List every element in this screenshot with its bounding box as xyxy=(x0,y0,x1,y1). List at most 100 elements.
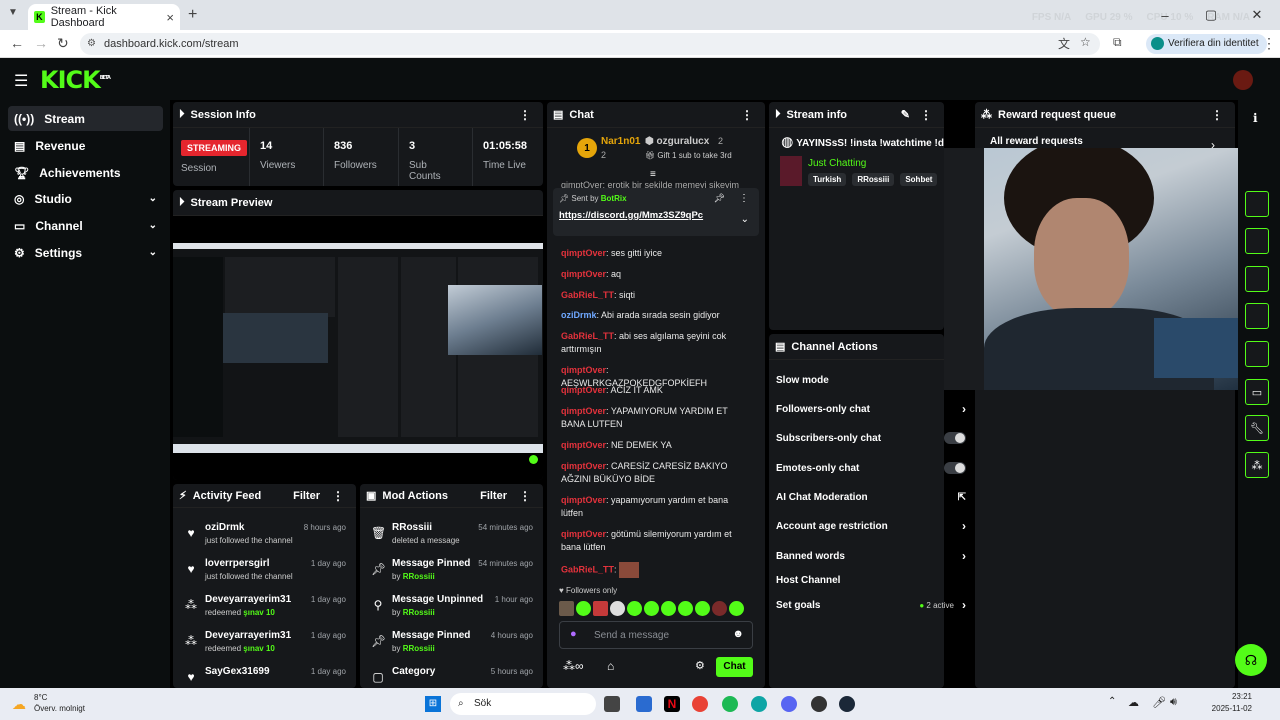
all-reward-requests[interactable]: All reward requests xyxy=(990,136,1083,147)
taskbar-time[interactable]: 23:21 xyxy=(1216,692,1252,701)
store-icon[interactable]: ⌂ xyxy=(607,659,614,673)
tool-button[interactable] xyxy=(1245,228,1269,254)
slow-mode-row[interactable]: Slow mode xyxy=(776,369,966,391)
chat-settings-icon[interactable]: ⚙ xyxy=(695,659,705,672)
more-options-icon[interactable]: ⋮ xyxy=(519,489,531,503)
new-tab-icon[interactable]: + xyxy=(188,6,197,24)
chat-username[interactable]: qimptOver xyxy=(561,385,606,395)
chevron-down-icon[interactable]: ⌄ xyxy=(741,214,749,225)
top-gifter-2[interactable]: ⬢ ozguralucx xyxy=(645,136,709,147)
send-chat-button[interactable]: Chat xyxy=(716,657,753,677)
chat-username[interactable]: qimptOver xyxy=(561,529,606,539)
chat-username[interactable]: GabRieL_TT xyxy=(561,564,614,574)
maximize-icon[interactable]: ▢ xyxy=(1188,0,1234,30)
sidebar-item-settings[interactable]: ⚙ Settings ⌄ xyxy=(8,240,163,265)
unpin-icon[interactable]: 📌︎ xyxy=(714,193,725,204)
category-thumbnail[interactable] xyxy=(780,156,802,186)
activity-user[interactable]: Deveyarrayerim31 xyxy=(205,594,291,605)
account-age-row[interactable]: Account age restriction › xyxy=(776,515,966,537)
tool-button[interactable]: ▭ xyxy=(1245,379,1269,405)
close-tab-icon[interactable]: × xyxy=(166,10,174,25)
ai-moderation-row[interactable]: AI Chat Moderation ⇱ xyxy=(776,486,966,508)
mod-by-user[interactable]: RRossiii xyxy=(403,608,435,617)
weather-icon[interactable]: ☁ xyxy=(12,696,26,713)
sidebar-item-stream[interactable]: ((•)) Stream xyxy=(8,106,163,131)
cloud-icon[interactable]: ☁ xyxy=(1128,696,1139,709)
tag-chip[interactable]: Sohbet xyxy=(900,173,938,186)
profile-avatar[interactable] xyxy=(1233,70,1253,90)
subscribers-only-toggle[interactable] xyxy=(944,432,966,444)
chat-username[interactable]: GabRieL_TT xyxy=(561,331,614,341)
chat-input[interactable]: ● Send a message ☻ xyxy=(559,621,753,649)
back-icon[interactable]: ← xyxy=(10,35,24,51)
mic-icon[interactable]: 🎤︎ xyxy=(1152,696,1166,709)
tag-chip[interactable]: Turkish xyxy=(808,173,847,186)
netflix-icon[interactable]: N xyxy=(664,696,680,712)
activity-user[interactable]: SayGex31699 xyxy=(205,666,270,677)
pinned-user[interactable]: BotRix xyxy=(601,194,627,203)
share-icon[interactable]: ⁂ xyxy=(1245,452,1269,478)
wrench-icon[interactable]: 🔧︎ xyxy=(1245,415,1269,441)
mod-by-user[interactable]: RRossiii xyxy=(403,644,435,653)
chat-username[interactable]: qimptOver xyxy=(561,440,606,450)
emotes-only-row[interactable]: Emotes-only chat xyxy=(776,457,966,479)
chat-username[interactable]: qimptOver xyxy=(561,461,606,471)
reload-icon[interactable]: ↻ xyxy=(57,35,69,52)
bookmark-star-icon[interactable]: ☆ xyxy=(1080,35,1091,49)
emotes-only-toggle[interactable] xyxy=(944,462,966,474)
sidebar-item-studio[interactable]: ◎ Studio ⌄ xyxy=(8,186,163,211)
emote-icon[interactable] xyxy=(627,601,642,617)
sidebar-item-achievements[interactable]: 🏆︎ Achievements xyxy=(8,160,163,185)
minimize-icon[interactable]: – xyxy=(1142,0,1188,30)
edge-icon[interactable] xyxy=(751,696,767,712)
more-options-icon[interactable]: ⋮ xyxy=(920,108,932,122)
windows-start-icon[interactable]: ⊞ xyxy=(425,696,441,712)
filter-button[interactable]: Filter xyxy=(480,490,507,502)
activity-user[interactable]: loverrpersgirl xyxy=(205,558,269,569)
file-explorer-icon[interactable] xyxy=(604,696,620,712)
sidebar-item-revenue[interactable]: ▤ Revenue xyxy=(8,133,163,158)
site-info-icon[interactable]: ⚙ xyxy=(87,33,96,55)
points-icon[interactable]: ⁂∞ xyxy=(563,659,584,673)
filter-button[interactable]: Filter xyxy=(293,490,320,502)
url-input[interactable]: ⚙ dashboard.kick.com/stream xyxy=(80,33,1100,55)
set-goals-row[interactable]: Set goals ● 2 active › xyxy=(776,594,966,616)
chat-username[interactable]: qimptOver xyxy=(561,406,606,416)
tool-button[interactable] xyxy=(1245,191,1269,217)
chevron-up-icon[interactable]: ⌃ xyxy=(1108,696,1116,707)
chat-username[interactable]: qimptOver xyxy=(561,365,606,375)
emoji-icon[interactable]: ☻ xyxy=(732,628,744,640)
tab-search-icon[interactable]: ▼ xyxy=(8,7,18,18)
discord-icon[interactable] xyxy=(781,696,797,712)
category-name[interactable]: Just Chatting xyxy=(808,158,866,169)
emote-icon[interactable] xyxy=(661,601,676,617)
emote-icon[interactable] xyxy=(644,601,659,617)
steam-icon[interactable] xyxy=(839,696,855,712)
followers-only-row[interactable]: Followers-only chat › xyxy=(776,398,966,420)
spotify-icon[interactable] xyxy=(722,696,738,712)
mod-actor[interactable]: RRossiii xyxy=(392,522,432,533)
sidebar-item-channel[interactable]: ▭ Channel ⌄ xyxy=(8,213,163,238)
close-window-icon[interactable]: ✕ xyxy=(1234,0,1280,30)
store-app-icon[interactable] xyxy=(636,696,652,712)
volume-icon[interactable]: 🔊︎ xyxy=(1170,696,1177,709)
chat-username[interactable]: oziDrmk xyxy=(561,310,597,320)
browser-menu-icon[interactable]: ⋮ xyxy=(1262,35,1276,52)
emote-icon[interactable] xyxy=(729,601,744,617)
chat-username[interactable]: qimptOver xyxy=(561,248,606,258)
tool-button[interactable] xyxy=(1245,341,1269,367)
emote-icon[interactable] xyxy=(712,601,727,617)
more-options-icon[interactable]: ⋮ xyxy=(519,108,531,122)
emote-icon[interactable] xyxy=(695,601,710,617)
info-icon[interactable]: ℹ xyxy=(1253,111,1258,125)
subscribers-only-row[interactable]: Subscribers-only chat xyxy=(776,427,966,449)
obs-icon[interactable] xyxy=(811,696,827,712)
emote-icon[interactable] xyxy=(576,601,591,617)
preview-video[interactable] xyxy=(173,216,543,480)
tag-chip[interactable]: RRossiii xyxy=(852,173,895,186)
gift-promo[interactable]: 🎁︎ Gift 1 sub to take 3rd xyxy=(645,151,732,160)
support-button[interactable]: ☊ xyxy=(1235,644,1267,676)
tool-button[interactable] xyxy=(1245,303,1269,329)
browser-tab[interactable]: K Stream - Kick Dashboard × xyxy=(28,4,180,30)
edit-pencil-icon[interactable]: ✎ xyxy=(901,108,910,121)
